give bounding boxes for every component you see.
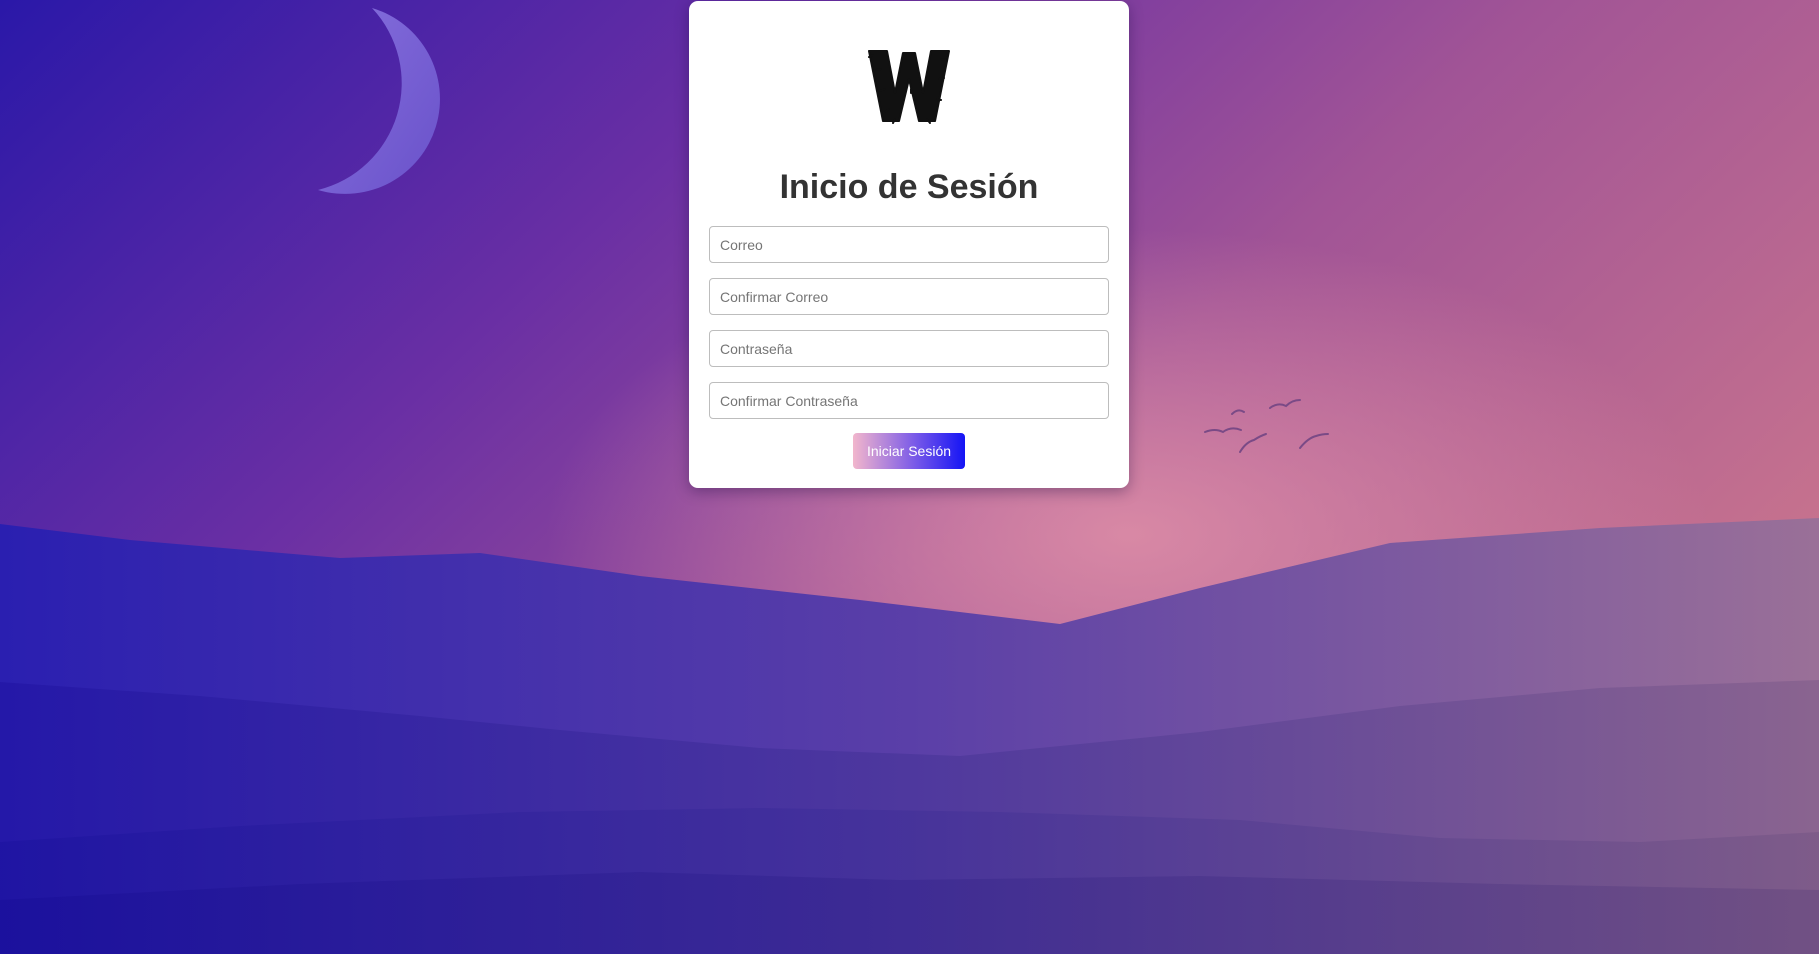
confirm-password-field[interactable] [709,382,1109,419]
login-button[interactable]: Iniciar Sesión [853,433,965,469]
email-field[interactable] [709,226,1109,263]
password-field[interactable] [709,330,1109,367]
page-title: Inicio de Sesión [779,168,1039,206]
logo [689,49,1129,131]
w-brush-logo-icon [868,50,950,124]
confirm-email-field[interactable] [709,278,1109,315]
login-card: Inicio de Sesión Iniciar Sesión [689,1,1129,488]
